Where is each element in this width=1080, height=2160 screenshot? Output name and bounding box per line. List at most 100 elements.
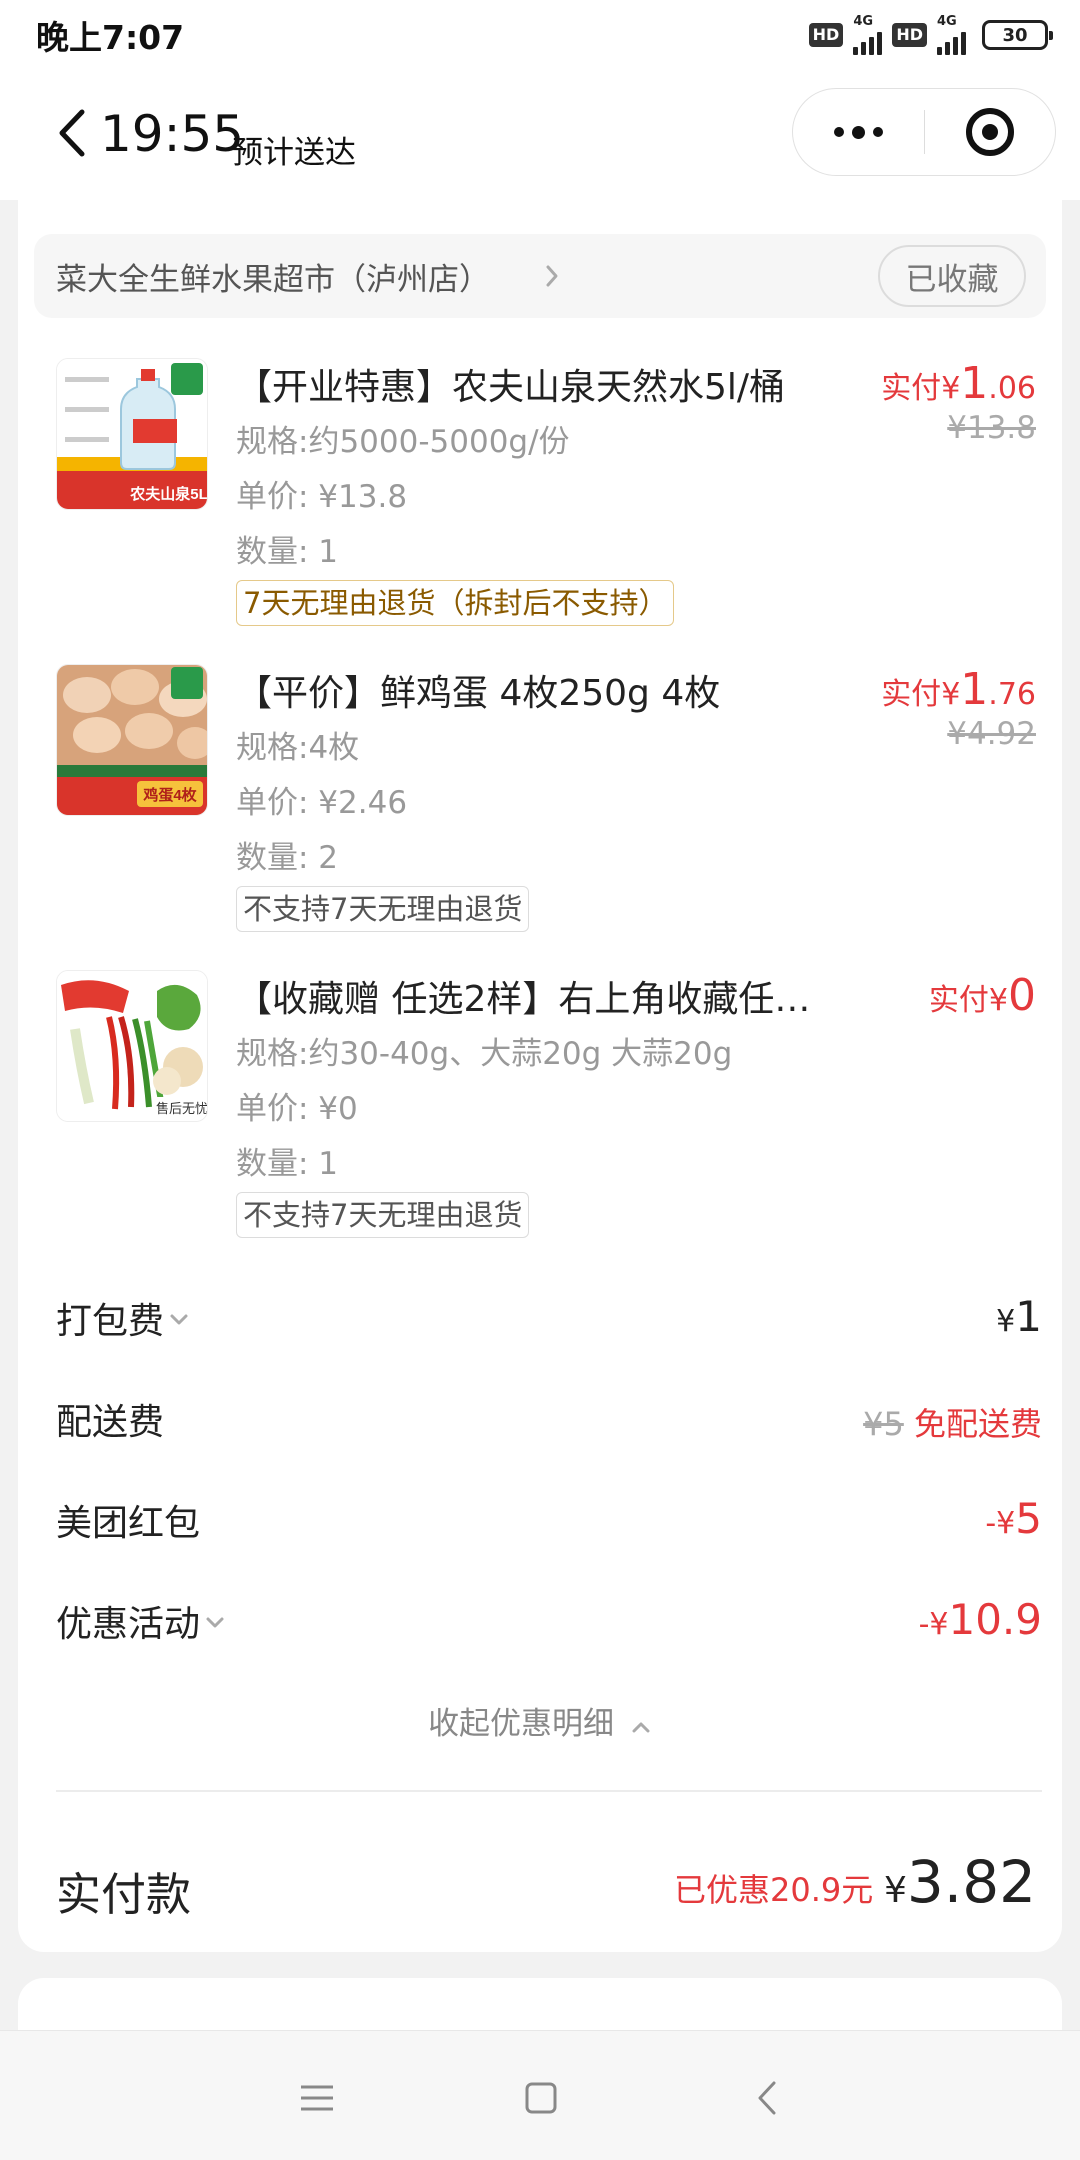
free-delivery-text: 免配送费 [913, 1405, 1042, 1443]
shop-bar[interactable]: 菜大全生鲜水果超市（泸州店） 已收藏 [34, 234, 1046, 318]
status-icons: HD 4G HD 4G 30 [808, 14, 1053, 55]
product-quantity: 数量: 1 [236, 1146, 339, 1182]
red-packet-label: 美团红包 [56, 1503, 201, 1544]
discount-prefix: -¥ [985, 1506, 1016, 1541]
product-image[interactable]: 售后无忧 [56, 970, 208, 1122]
delivery-fee-original: ¥5 [863, 1405, 904, 1443]
currency-symbol: ¥ [941, 677, 961, 712]
product-image[interactable]: 鸡蛋4枚 [56, 664, 208, 816]
red-packet-amount: 5 [1015, 1494, 1042, 1543]
product-title: 【开业特惠】农夫山泉天然水5l/桶 [236, 367, 786, 408]
vegetables-image: 售后无忧 [57, 971, 208, 1121]
product-image[interactable]: 农夫山泉5L [56, 358, 208, 510]
return-policy-tag: 不支持7天无理由退货 [236, 886, 530, 932]
collapse-label: 收起优惠明细 [428, 1706, 615, 1742]
packing-fee-value: ¥1 [996, 1292, 1042, 1341]
target-icon [966, 108, 1014, 156]
order-card: 菜大全生鲜水果超市（泸州店） 已收藏 农夫山泉5L 【开业特惠】农夫山泉天然水5… [18, 200, 1062, 1952]
price-decimal: .76 [988, 677, 1036, 712]
shop-name[interactable]: 菜大全生鲜水果超市（泸州店） [56, 254, 490, 299]
return-policy-tag: 7天无理由退货（拆封后不支持） [236, 580, 675, 626]
home-button[interactable] [516, 2073, 566, 2123]
promo-row[interactable]: 优惠活动 -¥10.9 [56, 1595, 1042, 1655]
chevron-down-icon [170, 1314, 188, 1325]
total-amount: ¥3.82 [884, 1848, 1036, 1916]
network-type-label: 4G [853, 14, 874, 29]
battery-level: 30 [1002, 24, 1028, 46]
back-button[interactable] [52, 108, 92, 158]
more-dots-icon [834, 125, 883, 139]
promo-label[interactable]: 优惠活动 [56, 1595, 226, 1647]
mini-program-capsule [792, 88, 1056, 176]
original-price: ¥4.92 [947, 716, 1036, 752]
more-button[interactable] [793, 89, 924, 175]
paid-price-label: 实付 [928, 983, 989, 1018]
original-price: ¥13.8 [947, 410, 1036, 446]
discount-prefix: -¥ [918, 1607, 949, 1642]
packing-fee-row[interactable]: 打包费 ¥1 [56, 1292, 1042, 1352]
product-spec: 规格:约5000-5000g/份 [236, 424, 570, 460]
currency-symbol: ¥ [996, 1304, 1016, 1339]
product-quantity: 数量: 2 [236, 840, 339, 876]
product-unit-price: 单价: ¥13.8 [236, 479, 408, 515]
product-title: 【收藏赠 任选2样】右上角收藏任选2样 [236, 979, 846, 1020]
menu-button[interactable] [292, 2073, 342, 2123]
paid-price: 实付¥0 [929, 970, 1036, 1021]
promo-amount: 10.9 [948, 1595, 1042, 1644]
divider [56, 1790, 1042, 1792]
signal-icon: 4G [937, 15, 966, 55]
signal-icon: 4G [853, 14, 883, 55]
next-section-card [18, 1978, 1062, 2038]
system-back-button[interactable] [742, 2073, 792, 2123]
menu-icon [301, 2085, 333, 2111]
hd-badge: HD [892, 23, 927, 47]
packing-fee-text: 打包费 [56, 1301, 165, 1342]
collapse-discount-button[interactable]: 收起优惠明细 [18, 1698, 1062, 1743]
square-icon [525, 2082, 557, 2114]
status-time: 晚上7:07 [36, 18, 185, 57]
hd-badge: HD [808, 23, 844, 47]
packing-fee-amount: 1 [1015, 1292, 1042, 1341]
product-quantity: 数量: 1 [236, 534, 339, 570]
currency-symbol: ¥ [883, 1870, 907, 1911]
product-title: 【平价】鲜鸡蛋 4枚250g 4枚 [236, 673, 721, 714]
delivery-fee-label: 配送费 [56, 1402, 165, 1443]
total-label: 实付款 [56, 1868, 192, 1921]
chevron-right-icon [546, 265, 558, 287]
delivery-fee-value: ¥5 免配送费 [863, 1399, 1042, 1445]
back-arrow-icon [758, 2081, 776, 2115]
red-packet-value: -¥5 [985, 1494, 1042, 1543]
eta-time: 19:55 [100, 105, 245, 163]
chevron-left-icon [59, 109, 85, 157]
red-packet-row: 美团红包 -¥5 [56, 1494, 1042, 1554]
promo-text: 优惠活动 [56, 1604, 201, 1645]
paid-price: 实付¥1.76 [881, 664, 1036, 715]
close-button[interactable] [925, 89, 1055, 175]
product-unit-price: 单价: ¥0 [236, 1091, 358, 1127]
system-nav-bar [0, 2030, 1080, 2160]
price-decimal: .06 [988, 371, 1036, 406]
page-header: 19:55 预计送达 [0, 70, 1080, 200]
price-integer: 1 [960, 358, 989, 409]
delivery-fee-row: 配送费 ¥5 免配送费 [56, 1393, 1042, 1453]
product-unit-price: 单价: ¥2.46 [236, 785, 408, 821]
return-policy-tag: 不支持7天无理由退货 [236, 1192, 530, 1238]
eggs-image: 鸡蛋4枚 [57, 665, 207, 815]
currency-symbol: ¥ [941, 371, 961, 406]
eta-label: 预计送达 [232, 135, 356, 171]
packing-fee-label[interactable]: 打包费 [56, 1292, 190, 1344]
total-amount-number: 3.82 [906, 1848, 1036, 1916]
svg-text:农夫山泉5L: 农夫山泉5L [129, 485, 208, 503]
chevron-down-icon [206, 1617, 224, 1628]
paid-price: 实付¥1.06 [881, 358, 1036, 409]
paid-price-label: 实付 [881, 371, 942, 406]
favorite-button[interactable]: 已收藏 [878, 245, 1026, 307]
water-bottle-image: 农夫山泉5L [57, 359, 208, 509]
price-integer: 0 [1008, 970, 1036, 1021]
price-integer: 1 [960, 664, 989, 715]
svg-text:售后无忧: 售后无忧 [156, 1101, 208, 1116]
status-bar: 晚上7:07 HD 4G HD 4G 30 [0, 0, 1080, 70]
product-spec: 规格:约30-40g、大蒜20g 大蒜20g [236, 1036, 733, 1072]
saved-amount: 已优惠20.9元 [674, 1871, 874, 1909]
chevron-up-icon [632, 1722, 650, 1733]
